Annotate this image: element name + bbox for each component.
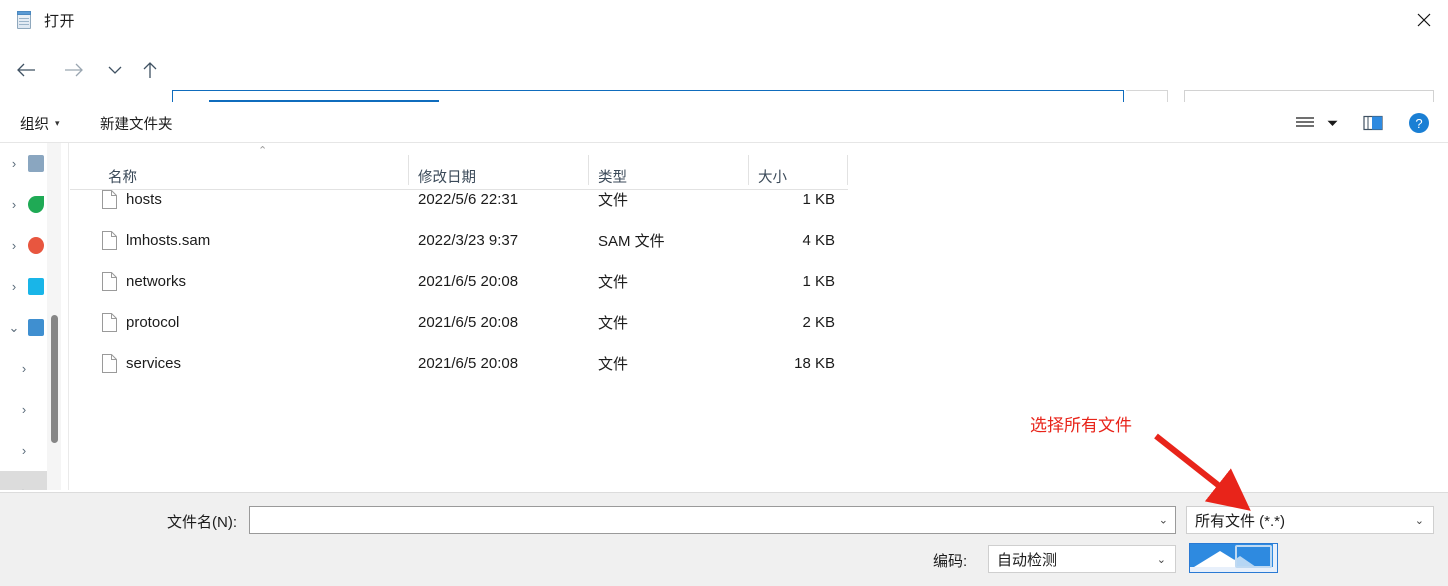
organize-label: 组织: [20, 113, 49, 134]
sort-ascending-icon[interactable]: ⌃: [258, 144, 267, 157]
file-name: lmhosts.sam: [126, 232, 210, 249]
chevron-down-icon: ▾: [55, 119, 60, 128]
file-type-filter-value: 所有文件 (*.*): [1195, 510, 1415, 531]
file-name: hosts: [126, 191, 162, 208]
chevron-right-icon[interactable]: ›: [10, 402, 38, 417]
file-size: 1 KB: [730, 273, 835, 290]
new-folder-label: 新建文件夹: [100, 113, 173, 134]
encoding-dropdown[interactable]: 自动检测 ⌄: [988, 545, 1176, 573]
table-row[interactable]: lmhosts.sam 2022/3/23 9:37 SAM 文件 4 KB: [70, 220, 1448, 261]
help-icon[interactable]: ?: [1406, 110, 1432, 136]
new-folder-button[interactable]: 新建文件夹: [100, 111, 173, 135]
navigation-pane-scrollbar-thumb[interactable]: [51, 315, 58, 443]
file-type-filter-dropdown[interactable]: 所有文件 (*.*) ⌄: [1186, 506, 1434, 534]
device-icon: [28, 278, 44, 295]
chevron-down-icon: ⌄: [1157, 553, 1166, 566]
file-type: 文件: [598, 353, 628, 374]
file-date: 2021/6/5 20:08: [418, 314, 518, 331]
file-date: 2022/3/23 9:37: [418, 232, 518, 249]
view-chevron-down-icon[interactable]: [1322, 110, 1342, 136]
chevron-right-icon[interactable]: ›: [10, 443, 38, 458]
cloud-icon: [28, 196, 44, 213]
file-icon: [102, 354, 117, 373]
file-type: 文件: [598, 312, 628, 333]
navigation-bar: C:\Windows\System32\drivers\etc 搜索"etc": [0, 42, 1448, 98]
filename-label: 文件名(N):: [167, 511, 237, 532]
file-name: services: [126, 355, 181, 372]
annotation-label: 选择所有文件: [1030, 411, 1132, 436]
file-icon: [102, 272, 117, 291]
chevron-right-icon[interactable]: ›: [10, 361, 38, 376]
title-bar: 打开: [0, 0, 1448, 40]
file-type: 文件: [598, 189, 628, 210]
drive-icon: [28, 155, 44, 172]
file-size: 2 KB: [730, 314, 835, 331]
filename-input[interactable]: ⌄: [249, 506, 1176, 534]
list-view-icon[interactable]: [1292, 110, 1318, 136]
file-type: 文件: [598, 271, 628, 292]
encoding-value: 自动检测: [997, 549, 1157, 570]
file-date: 2021/6/5 20:08: [418, 273, 518, 290]
table-row[interactable]: services 2021/6/5 20:08 文件 18 KB: [70, 343, 1448, 384]
file-size: 18 KB: [730, 355, 835, 372]
chevron-down-icon: ⌄: [1415, 514, 1424, 527]
table-row[interactable]: networks 2021/6/5 20:08 文件 1 KB: [70, 261, 1448, 302]
file-date: 2022/5/6 22:31: [418, 191, 518, 208]
pane-divider: [68, 143, 69, 490]
arrow-left-icon[interactable]: [6, 50, 46, 90]
file-size: 1 KB: [730, 191, 835, 208]
command-bar: 组织 ▾ 新建文件夹 ?: [0, 102, 1448, 143]
table-row[interactable]: hosts 2022/5/6 22:31 文件 1 KB: [70, 179, 1448, 220]
preview-pane-icon[interactable]: [1360, 110, 1386, 136]
arrow-right-icon[interactable]: [54, 50, 94, 90]
encoding-label: 编码:: [933, 550, 967, 571]
file-icon: [102, 313, 117, 332]
file-list: ⌃ 名称 修改日期 类型 大小 hosts 2022/5/6 22:31 文件 …: [70, 143, 1448, 490]
open-file-dialog: 打开 C:\Windows\System32\drivers\etc: [0, 0, 1448, 586]
file-name: protocol: [126, 314, 179, 331]
chevron-right-icon[interactable]: ›: [0, 156, 28, 171]
file-size: 4 KB: [730, 232, 835, 249]
file-name: networks: [126, 273, 186, 290]
open-button-label: 打开(O): [1208, 548, 1260, 569]
window-title: 打开: [44, 10, 75, 31]
cloud-icon: [28, 237, 44, 254]
close-icon[interactable]: [1400, 0, 1448, 40]
table-row[interactable]: protocol 2021/6/5 20:08 文件 2 KB: [70, 302, 1448, 343]
chevron-right-icon[interactable]: ›: [0, 279, 28, 294]
file-date: 2021/6/5 20:08: [418, 355, 518, 372]
this-pc-icon: [28, 319, 44, 336]
arrow-up-icon[interactable]: [130, 50, 170, 90]
file-type: SAM 文件: [598, 230, 665, 251]
chevron-right-icon[interactable]: ›: [0, 238, 28, 253]
svg-text:?: ?: [1415, 116, 1422, 131]
chevron-down-icon[interactable]: ⌄: [0, 320, 28, 336]
file-icon: [102, 231, 117, 250]
chevron-down-icon[interactable]: ⌄: [1159, 514, 1168, 527]
open-button[interactable]: 打开(O): [1189, 543, 1278, 573]
file-icon: [102, 190, 117, 209]
chevron-right-icon[interactable]: ›: [0, 197, 28, 212]
notepad-icon: [14, 10, 34, 30]
chevron-down-icon[interactable]: [100, 50, 130, 90]
chevron-right-icon[interactable]: ›: [10, 484, 38, 490]
organize-button[interactable]: 组织 ▾: [20, 111, 60, 135]
